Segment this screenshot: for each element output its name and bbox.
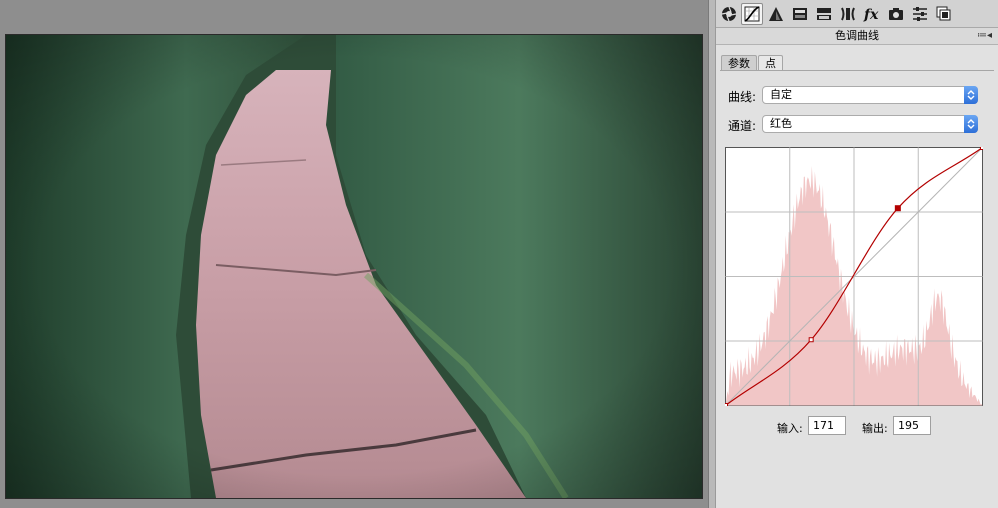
curve-select[interactable]: 自定 [762, 86, 978, 104]
photo-canvas-area [0, 0, 708, 508]
output-field[interactable]: 195 [893, 416, 931, 435]
chevron-updown-icon [964, 86, 978, 104]
curve-select-value: 自定 [770, 88, 792, 101]
tone-curve-icon[interactable] [741, 3, 763, 25]
hsl-icon[interactable] [789, 3, 811, 25]
panel-divider[interactable] [708, 0, 716, 508]
output-label: 输出: [862, 422, 888, 435]
curve-control-point[interactable] [725, 403, 728, 407]
fx-icon[interactable]: fx [861, 3, 883, 25]
input-label: 输入: [777, 422, 803, 435]
snapshots-icon[interactable] [933, 3, 955, 25]
tab-point[interactable]: 点 [758, 55, 783, 71]
detail-icon[interactable] [765, 3, 787, 25]
photo-preview[interactable] [5, 34, 703, 499]
curve-control-point[interactable] [808, 337, 814, 343]
tone-curve-graph[interactable] [725, 147, 983, 406]
input-field[interactable]: 171 [808, 416, 846, 435]
tab-parametric[interactable]: 参数 [721, 55, 757, 71]
aperture-icon[interactable] [718, 3, 740, 25]
tab-divider [720, 70, 994, 71]
camera-calibration-icon[interactable] [885, 3, 907, 25]
garden-path-photo [6, 35, 702, 498]
channel-select[interactable]: 红色 [762, 115, 978, 133]
split-toning-icon[interactable] [813, 3, 835, 25]
svg-text:fx: fx [863, 7, 879, 22]
curve-label: 曲线: [728, 90, 757, 104]
panel-header: 色调曲线 ≔◂ [716, 28, 998, 45]
panel-toolbar: fx [716, 0, 998, 28]
develop-panel: fx 色调曲线 ≔◂ 参数 点 曲线: 自定 通道: 红色 输入: 171 输出… [716, 0, 998, 508]
channel-label: 通道: [728, 119, 757, 133]
panel-menu-icon[interactable]: ≔◂ [977, 28, 992, 44]
curve-control-point[interactable] [980, 147, 984, 150]
lens-corrections-icon[interactable] [837, 3, 859, 25]
channel-select-value: 红色 [770, 117, 792, 130]
curve-control-point[interactable] [894, 205, 901, 212]
chevron-updown-icon [964, 115, 978, 133]
presets-icon[interactable] [909, 3, 931, 25]
panel-title: 色调曲线 [835, 29, 879, 42]
